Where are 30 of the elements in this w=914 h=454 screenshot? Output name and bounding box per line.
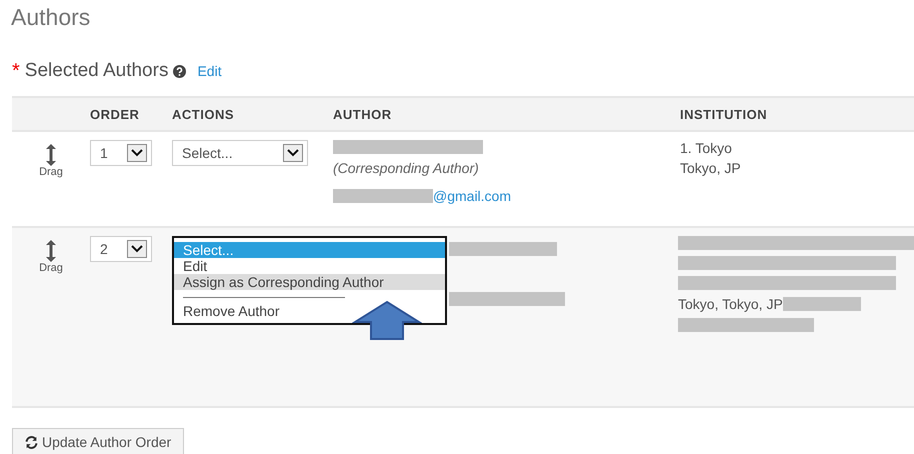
- drag-handle-icon[interactable]: [45, 144, 57, 166]
- up-arrow-icon: [352, 300, 422, 340]
- email-link[interactable]: @gmail.com: [433, 188, 512, 204]
- help-icon[interactable]: [173, 64, 186, 78]
- update-author-order-button[interactable]: Update Author Order: [12, 428, 184, 454]
- order-select[interactable]: 2: [90, 236, 152, 262]
- order-select[interactable]: 1: [90, 140, 152, 166]
- drag-label: Drag: [39, 166, 63, 178]
- column-header: ORDER: [90, 106, 140, 122]
- institution-text: Tokyo, JP: [680, 160, 742, 176]
- drag-label: Drag: [39, 262, 63, 274]
- actions-select[interactable]: Select...: [172, 140, 308, 166]
- dropdown-option[interactable]: Edit: [174, 258, 445, 274]
- dropdown-option[interactable]: Remove Author: [174, 303, 445, 319]
- column-header: ACTIONS: [172, 106, 234, 122]
- required-mark: *: [12, 60, 20, 82]
- column-header: INSTITUTION: [680, 106, 768, 122]
- caret-icon: [127, 144, 147, 162]
- institution-text: Tokyo, Tokyo, JP: [678, 296, 783, 312]
- section-title: Selected Authors: [24, 60, 168, 82]
- institution-text: 1. Tokyo: [680, 140, 733, 156]
- dropdown-option[interactable]: Assign as Corresponding Author: [174, 274, 445, 290]
- caret-icon: [127, 240, 147, 258]
- edit-link[interactable]: Edit: [197, 63, 222, 79]
- corresponding-author-note: (Corresponding Author): [333, 160, 480, 176]
- page-title: Authors: [11, 4, 92, 32]
- drag-handle-icon[interactable]: [45, 240, 57, 262]
- refresh-icon: [25, 436, 38, 448]
- column-header: AUTHOR: [333, 106, 392, 122]
- caret-icon: [283, 144, 303, 162]
